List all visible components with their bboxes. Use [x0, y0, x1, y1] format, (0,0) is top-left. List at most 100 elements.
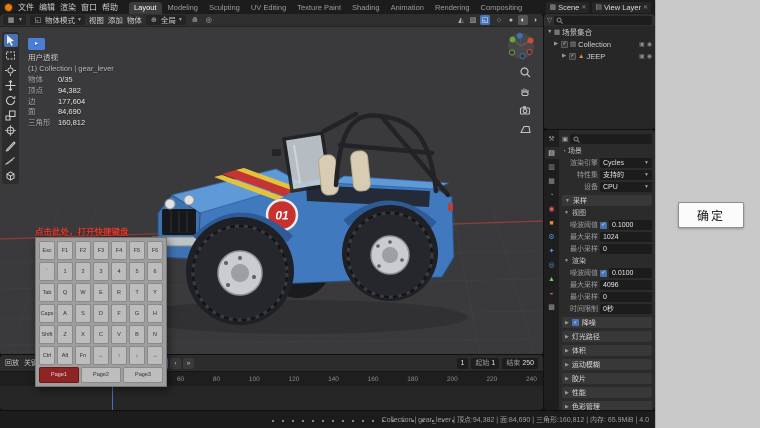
keyboard-key[interactable]: ↓	[129, 346, 145, 365]
blender-logo-icon[interactable]	[4, 3, 13, 12]
start-frame-field[interactable]: 起始1	[471, 358, 499, 369]
viewport-menu-item[interactable]: 视图	[89, 15, 104, 26]
keyboard-key[interactable]: S	[75, 304, 91, 323]
topbar-menu-item[interactable]: 编辑	[39, 2, 55, 13]
keyboard-key[interactable]: H	[147, 304, 163, 323]
workspace-tab[interactable]: Compositing	[476, 2, 528, 14]
render-noise-field[interactable]: 0.0100	[609, 268, 652, 278]
keyboard-key[interactable]: ↑	[111, 346, 127, 365]
tweak-select-tool[interactable]	[4, 34, 18, 47]
keyboard-key[interactable]: R	[111, 283, 127, 302]
collapsed-section-header[interactable]: ▶ 运动模糊	[562, 359, 652, 370]
topbar-menu-item[interactable]: 文件	[18, 2, 34, 13]
annotate-tool[interactable]	[4, 139, 18, 152]
transform-tool[interactable]	[4, 124, 18, 137]
solid-shading-icon[interactable]: ●	[506, 15, 516, 25]
scene-selector[interactable]: ▦ Scene ✕	[546, 2, 589, 13]
properties-tab-icon[interactable]: ◔	[545, 189, 559, 201]
workspace-tab[interactable]: UV Editing	[246, 2, 291, 14]
keyboard-key[interactable]: Esc	[39, 241, 55, 260]
keyboard-key[interactable]: A	[57, 304, 73, 323]
keyboard-key[interactable]: 4	[111, 262, 127, 281]
topbar-menu-item[interactable]: 渲染	[60, 2, 76, 13]
confirm-button[interactable]: 确定	[678, 202, 744, 228]
overlays-toggle-icon[interactable]: ▧	[468, 15, 478, 25]
keyboard-key[interactable]: F6	[147, 241, 163, 260]
outliner-row-jeep[interactable]: ▶ ✓ ▲ JEEP ▣◉	[544, 50, 655, 62]
workspace-tab[interactable]: Sculpting	[204, 2, 245, 14]
properties-tab-icon[interactable]: ⚒	[545, 133, 559, 145]
workspace-tab[interactable]: Rendering	[430, 2, 475, 14]
expand-caret-icon[interactable]: ▶	[562, 53, 567, 59]
timeline-menu-item[interactable]: 回放	[5, 358, 19, 368]
keyboard-key[interactable]: F5	[129, 241, 145, 260]
expand-caret-icon[interactable]: ▶	[554, 41, 559, 47]
keyboard-key[interactable]: B	[129, 325, 145, 344]
filter-funnel-icon[interactable]: ▽	[547, 16, 552, 24]
collapsed-section-header[interactable]: ▶ 性能	[562, 387, 652, 398]
viewport-menu-item[interactable]: 物体	[127, 15, 142, 26]
keyboard-key[interactable]: D	[93, 304, 109, 323]
collapsed-section-header[interactable]: ▶ 灯光路径	[562, 331, 652, 342]
keyboard-key[interactable]: E	[93, 283, 109, 302]
properties-tab-icon[interactable]: ▤	[545, 147, 559, 159]
keyboard-key[interactable]: Q	[57, 283, 73, 302]
keyboard-key[interactable]: Shift	[39, 325, 55, 344]
keyboard-key[interactable]: Caps	[39, 304, 55, 323]
keyboard-key[interactable]: Fn	[75, 346, 91, 365]
keyboard-key[interactable]: C	[93, 325, 109, 344]
keyboard-key[interactable]: F1	[57, 241, 73, 260]
properties-tab-icon[interactable]: ▲	[545, 273, 559, 285]
workspace-tab[interactable]: Texture Paint	[292, 2, 346, 14]
collapsed-section-header[interactable]: ▶ 色彩管理	[562, 401, 652, 410]
orientation-dropdown[interactable]: ⊕全局▼	[146, 15, 186, 25]
xray-toggle-icon[interactable]: ◱	[480, 15, 490, 25]
keyboard-key[interactable]: X	[75, 325, 91, 344]
active-tool-badge[interactable]: ▸	[28, 38, 45, 50]
keyboard-key[interactable]: →	[147, 346, 163, 365]
topbar-menu-item[interactable]: 窗口	[81, 2, 97, 13]
keyboard-key[interactable]: T	[129, 283, 145, 302]
mode-dropdown[interactable]: ◱物体模式▼	[30, 15, 85, 25]
keyboard-key[interactable]: ←	[93, 346, 109, 365]
outliner-row-collection[interactable]: ▶ ✓ ▤ Collection ▣◉	[544, 38, 655, 50]
expand-caret-icon[interactable]: ▼	[547, 29, 552, 35]
proportional-edit-icon[interactable]: ◎	[204, 15, 214, 25]
selectable-icon[interactable]: ▣	[639, 53, 645, 60]
keyboard-key[interactable]: Ctrl	[39, 346, 55, 365]
keyboard-key[interactable]: F	[111, 304, 127, 323]
keyboard-key[interactable]: W	[75, 283, 91, 302]
render-max-samples-field[interactable]: 4096	[600, 280, 652, 290]
collection-checkbox[interactable]: ✓	[561, 41, 568, 48]
keyboard-key[interactable]: G	[129, 304, 145, 323]
measure-tool[interactable]	[4, 154, 18, 167]
keyboard-key[interactable]: `	[39, 262, 55, 281]
rendered-shading-icon[interactable]: ◑	[530, 15, 540, 25]
scale-tool[interactable]	[4, 109, 18, 122]
collapsed-section-header[interactable]: ▶ 胶片	[562, 373, 652, 384]
rotate-tool[interactable]	[4, 94, 18, 107]
move-tool[interactable]	[4, 79, 18, 92]
keyboard-key[interactable]: 6	[147, 262, 163, 281]
keyboard-page-key[interactable]: Page1	[39, 367, 79, 383]
properties-tab-icon[interactable]: ◒	[545, 287, 559, 299]
next-keyframe-button[interactable]: ›	[170, 358, 181, 369]
current-frame-field[interactable]: 1	[457, 358, 469, 369]
selectable-icon[interactable]: ▣	[639, 41, 645, 48]
keyboard-key[interactable]: Z	[57, 325, 73, 344]
zoom-icon[interactable]	[519, 66, 531, 78]
outliner-search-input[interactable]	[554, 16, 652, 25]
jump-to-end-button[interactable]: »	[183, 358, 194, 369]
keyboard-key[interactable]: Tab	[39, 283, 55, 302]
workspace-tab[interactable]: Shading	[347, 2, 385, 14]
properties-tab-icon[interactable]: ◎	[545, 259, 559, 271]
outliner-row-scene-collection[interactable]: ▼ ▦ 场景集合	[544, 26, 655, 38]
object-checkbox[interactable]: ✓	[569, 53, 576, 60]
collapsed-section-header[interactable]: ▶ 体积	[562, 345, 652, 356]
viewport-menu-item[interactable]: 添加	[108, 15, 123, 26]
sampling-section-header[interactable]: ▼ 采样	[562, 195, 652, 206]
keyboard-key[interactable]: Y	[147, 283, 163, 302]
perspective-toggle-icon[interactable]	[519, 123, 531, 135]
render-min-samples-field[interactable]: 0	[600, 292, 652, 302]
properties-search-input[interactable]	[570, 134, 652, 144]
